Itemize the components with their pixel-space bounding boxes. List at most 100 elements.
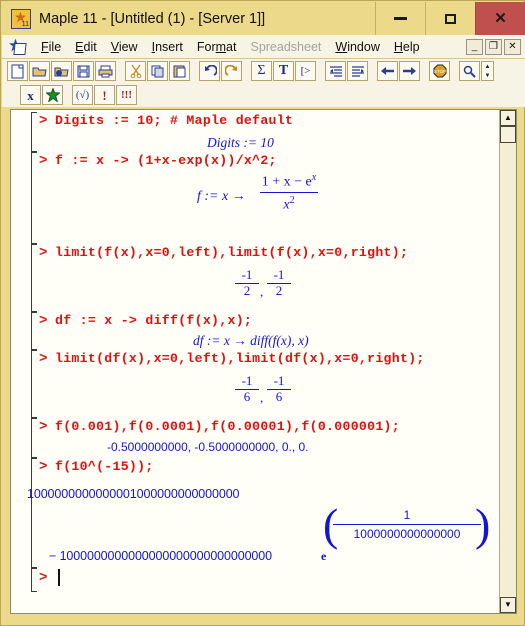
- maple-leaf-icon[interactable]: [42, 85, 63, 105]
- scroll-down-icon[interactable]: ▼: [500, 597, 516, 613]
- open-file-icon[interactable]: [29, 61, 50, 81]
- undo-icon[interactable]: [199, 61, 220, 81]
- execution-group-bracket: [31, 350, 37, 418]
- fraction-numerator: -1: [241, 373, 253, 388]
- output-expression: df := x → diff(f(x), x): [193, 333, 309, 348]
- execution-group-bracket: [31, 244, 37, 312]
- fraction-denominator: x2: [254, 195, 324, 214]
- open-url-icon[interactable]: [51, 61, 72, 81]
- menu-item-edit[interactable]: Edit: [68, 38, 104, 56]
- worksheet-canvas[interactable]: > Digits := 10; # Maple default Digits :…: [11, 110, 500, 613]
- check-syntax-icon[interactable]: (√): [72, 85, 93, 105]
- maximize-button[interactable]: [425, 2, 475, 35]
- mdi-minimize-button[interactable]: _: [466, 38, 483, 55]
- minimize-button[interactable]: [375, 2, 425, 35]
- input-command-line[interactable]: f(0.001),f(0.0001),f(0.00001),f(0.000001…: [55, 420, 400, 433]
- execution-group-bracket: [31, 152, 37, 244]
- zoom-spinner-down-icon[interactable]: ▼: [482, 71, 493, 80]
- input-prompt-marker: >: [39, 351, 48, 367]
- menu-item-spreadsheet: Spreadsheet: [250, 39, 322, 54]
- execute-icon[interactable]: !: [94, 85, 115, 105]
- menu-item-help[interactable]: Help: [387, 38, 427, 56]
- exponent-denominator: 1000000000000000: [353, 527, 461, 541]
- scroll-thumb[interactable]: [500, 126, 516, 143]
- minimize-icon: [394, 17, 407, 20]
- denominator-exponent: 2: [289, 194, 295, 206]
- mdi-close-button[interactable]: ✕: [504, 38, 521, 55]
- copy-icon[interactable]: [147, 61, 168, 81]
- close-icon: ✕: [494, 10, 507, 27]
- indent-icon[interactable]: [347, 61, 368, 81]
- exponent-fraction-bar: [333, 524, 481, 525]
- input-command-line[interactable]: df := x -> diff(f(x),x);: [55, 314, 252, 327]
- input-command-line[interactable]: f(10^(-15));: [55, 460, 154, 473]
- maple-document-icon[interactable]: [9, 38, 28, 56]
- toolbar-area: Σ T [> STOP ▲ ▼ x (√) ! !!!: [2, 59, 525, 107]
- menu-item-view[interactable]: View: [104, 38, 145, 56]
- output-fraction: 1 + x − ex x2: [254, 172, 324, 213]
- menu-item-insert[interactable]: Insert: [145, 38, 190, 56]
- zoom-spinner[interactable]: ▲ ▼: [481, 61, 494, 81]
- menu-item-file[interactable]: File: [34, 38, 68, 56]
- fraction-bar: [260, 191, 318, 193]
- print-icon[interactable]: [95, 61, 116, 81]
- input-prompt-marker: >: [39, 245, 48, 261]
- numerator-text: 1 + x − e: [261, 174, 312, 190]
- zoom-spinner-up-icon[interactable]: ▲: [482, 62, 493, 71]
- zoom-icon[interactable]: [459, 61, 480, 81]
- new-document-icon[interactable]: [7, 61, 28, 81]
- output-fn-prefix: f := x →: [197, 189, 246, 204]
- title-bar: Maple 11 - [Untitled (1) - [Server 1]] ✕: [2, 2, 525, 35]
- worksheet-area[interactable]: > Digits := 10; # Maple default Digits :…: [10, 109, 517, 614]
- vertical-scrollbar[interactable]: ▲ ▼: [499, 110, 516, 613]
- input-command-line[interactable]: f := x -> (1+x-exp(x))/x^2;: [55, 154, 277, 167]
- window-title: Maple 11 - [Untitled (1) - [Server 1]]: [39, 10, 266, 27]
- execute-all-icon[interactable]: !!!: [116, 85, 137, 105]
- fraction-numerator: -1: [273, 267, 285, 282]
- cut-icon[interactable]: [125, 61, 146, 81]
- exponent-close-paren: ): [475, 499, 491, 550]
- fraction-denominator: 2: [243, 282, 251, 298]
- input-prompt-marker: >: [39, 419, 48, 435]
- back-arrow-icon[interactable]: [377, 61, 398, 81]
- redo-icon[interactable]: [221, 61, 242, 81]
- output-fraction-left-limit: -1 6: [235, 374, 259, 403]
- menu-item-list: File Edit View Insert Format Spreadsheet…: [34, 38, 464, 56]
- scroll-up-icon[interactable]: ▲: [500, 110, 516, 126]
- menu-item-format[interactable]: Format: [190, 38, 244, 56]
- input-command-line[interactable]: Digits := 10; # Maple default: [55, 114, 293, 127]
- outdent-icon[interactable]: [325, 61, 346, 81]
- output-bignum-line1: 1000000000000001000000000000000: [27, 487, 240, 501]
- menu-bar: File Edit View Insert Format Spreadsheet…: [2, 35, 525, 59]
- output-fraction-right-limit: -1 2: [267, 268, 291, 297]
- output-separator: ,: [260, 390, 264, 405]
- menu-item-window[interactable]: Window: [328, 38, 386, 56]
- mdi-restore-button[interactable]: ❐: [485, 38, 502, 55]
- input-prompt-icon[interactable]: [>: [295, 61, 316, 81]
- input-command-line[interactable]: limit(df(x),x=0,left),limit(df(x),x=0,ri…: [55, 352, 425, 365]
- input-command-line[interactable]: limit(f(x),x=0,left),limit(f(x),x=0,righ…: [55, 246, 408, 259]
- toolbar-row-main: Σ T [> STOP ▲ ▼: [2, 59, 525, 83]
- math-x-icon[interactable]: x: [20, 85, 41, 105]
- exponent-numerator: 1: [403, 508, 411, 522]
- output-expression: Digits := 10: [207, 135, 274, 150]
- execution-group-bracket: [31, 312, 37, 350]
- save-icon[interactable]: [73, 61, 94, 81]
- output-separator: ,: [260, 284, 264, 299]
- input-prompt-marker: >: [39, 153, 48, 169]
- text-mode-icon[interactable]: T: [273, 61, 294, 81]
- fraction-numerator: -1: [241, 267, 253, 282]
- input-prompt-marker: >: [39, 113, 48, 129]
- execution-group-bracket: [31, 112, 37, 152]
- window-controls: ✕: [375, 2, 525, 35]
- stop-icon[interactable]: STOP: [429, 61, 450, 81]
- paste-icon[interactable]: [169, 61, 190, 81]
- close-button[interactable]: ✕: [475, 2, 525, 35]
- fraction-numerator: 1 + x − ex: [254, 172, 324, 191]
- fraction-denominator: 2: [275, 282, 283, 298]
- sum-math-icon[interactable]: Σ: [251, 61, 272, 81]
- execution-group-bracket: [31, 418, 37, 458]
- maximize-icon: [445, 13, 456, 24]
- execution-group-bracket: [31, 568, 37, 592]
- forward-arrow-icon[interactable]: [399, 61, 420, 81]
